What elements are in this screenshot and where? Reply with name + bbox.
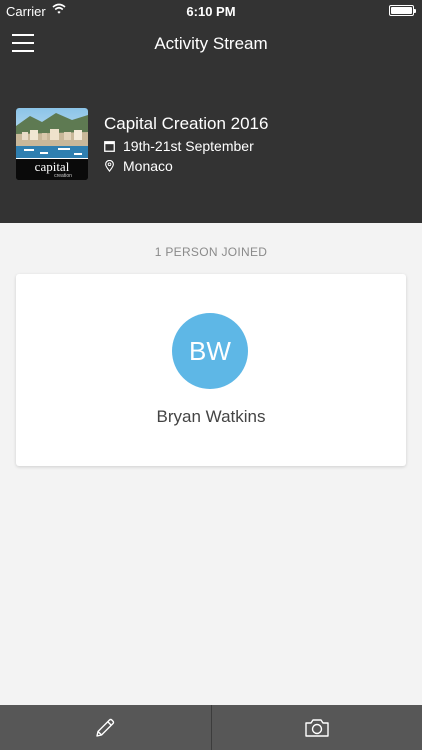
status-time: 6:10 PM — [186, 4, 236, 19]
pencil-icon — [96, 718, 115, 737]
attendee-card[interactable]: BW Bryan Watkins — [16, 274, 406, 466]
event-thumbnail[interactable]: capital creation — [16, 108, 88, 180]
event-date-text: 19th-21st September — [123, 138, 254, 154]
event-location-text: Monaco — [123, 158, 173, 174]
event-title: Capital Creation 2016 — [104, 114, 269, 133]
page-title: Activity Stream — [154, 34, 268, 53]
camera-button[interactable] — [212, 705, 422, 750]
camera-icon — [305, 718, 329, 737]
header-background: Carrier 6:10 PM Activity Stream capital … — [0, 0, 422, 223]
avatar[interactable]: BW — [172, 313, 248, 389]
attendee-name: Bryan Watkins — [156, 407, 266, 426]
navigation-bar: Activity Stream — [0, 22, 422, 66]
bottom-toolbar — [0, 705, 422, 750]
thumbnail-brand: capital — [35, 159, 70, 174]
battery-icon — [389, 5, 416, 16]
event-location: Monaco — [104, 158, 173, 174]
event-date: 19th-21st September — [104, 138, 254, 154]
status-bar: Carrier 6:10 PM — [0, 0, 422, 22]
compose-post-button[interactable] — [0, 705, 212, 750]
thumbnail-brand-sub: creation — [54, 173, 72, 179]
event-photo: capital creation — [16, 108, 88, 180]
map-pin-icon — [105, 160, 114, 172]
calendar-icon — [104, 141, 115, 152]
joined-count-label: 1 PERSON JOINED — [154, 245, 268, 259]
